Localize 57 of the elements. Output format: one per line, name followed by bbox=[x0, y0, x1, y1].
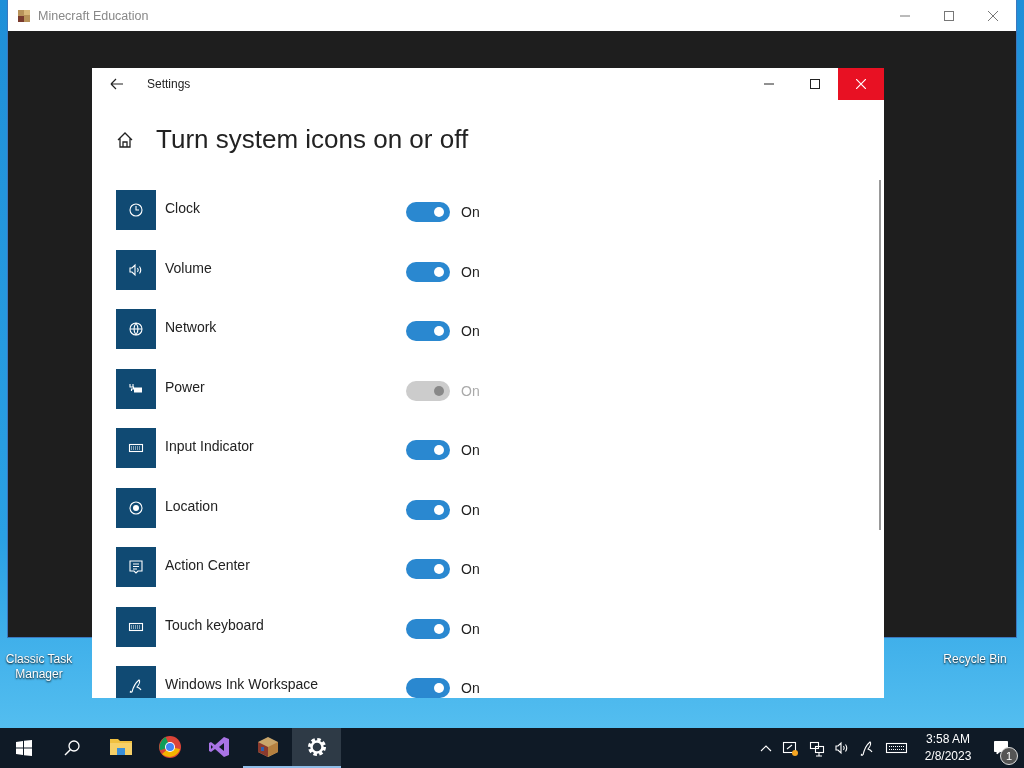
toggle-state-label: On bbox=[461, 561, 480, 577]
maximize-icon[interactable] bbox=[943, 9, 955, 22]
toggle-switch[interactable] bbox=[406, 440, 450, 460]
toggle-state-label: On bbox=[461, 263, 480, 280]
toggle-state-label: On bbox=[461, 204, 480, 220]
toggle-state-label: On bbox=[461, 680, 480, 696]
volume-icon bbox=[128, 261, 144, 278]
taskbar-clock[interactable]: 3:58 AM 2/8/2023 bbox=[918, 728, 978, 768]
toggle-state-label: On bbox=[461, 382, 480, 399]
network-icon[interactable] bbox=[809, 739, 825, 757]
toggle-switch[interactable] bbox=[406, 321, 450, 341]
windows-icon bbox=[16, 740, 32, 756]
toggle-switch[interactable] bbox=[406, 499, 450, 520]
setting-label: Touch keyboard bbox=[164, 616, 265, 633]
back-arrow-icon[interactable] bbox=[110, 78, 124, 90]
notifications-button[interactable]: 1 bbox=[978, 728, 1024, 768]
cube-icon bbox=[255, 735, 280, 759]
search-icon bbox=[64, 740, 80, 756]
toggle-state-label: On bbox=[461, 620, 480, 637]
browser-icon bbox=[157, 735, 182, 759]
toggle-switch[interactable] bbox=[406, 559, 450, 579]
toggle-switch[interactable] bbox=[406, 261, 450, 282]
pen-icon[interactable] bbox=[859, 739, 875, 757]
toggle-state-label: On bbox=[461, 442, 480, 458]
setting-label: Volume bbox=[164, 259, 213, 276]
toggle-switch[interactable] bbox=[406, 202, 450, 222]
toggle-state-label: On bbox=[461, 501, 480, 518]
location-icon bbox=[128, 499, 144, 516]
setting-label: Action Center bbox=[164, 557, 251, 573]
message-icon bbox=[128, 559, 144, 575]
setting-label: Input Indicator bbox=[164, 438, 255, 454]
window-title: Minecraft Education bbox=[38, 8, 149, 23]
setting-label: Windows Ink Workspace bbox=[164, 676, 319, 692]
scrollbar[interactable] bbox=[879, 180, 881, 530]
window-title: Settings bbox=[147, 77, 191, 91]
notification-badge: 1 bbox=[1000, 747, 1018, 765]
close-icon bbox=[856, 79, 866, 89]
toggle-switch[interactable] bbox=[406, 618, 450, 639]
setting-label: Network bbox=[164, 319, 218, 335]
clock-icon bbox=[128, 202, 144, 218]
taskbar-app-button[interactable] bbox=[292, 728, 341, 768]
setting-label: Power bbox=[164, 378, 206, 395]
toggle-state-label: On bbox=[461, 323, 480, 339]
studio-icon bbox=[206, 735, 231, 759]
keyboard-icon[interactable] bbox=[885, 740, 908, 756]
maximize-icon bbox=[810, 79, 820, 89]
pen-icon bbox=[128, 678, 144, 694]
toggle-switch[interactable] bbox=[406, 678, 450, 698]
page-heading: Turn system icons on or off bbox=[156, 124, 469, 155]
cube-icon bbox=[17, 8, 31, 23]
setting-label: Clock bbox=[164, 200, 201, 216]
update-icon[interactable] bbox=[782, 739, 799, 757]
network-icon bbox=[128, 321, 144, 337]
close-icon[interactable] bbox=[987, 9, 999, 22]
home-icon[interactable] bbox=[116, 130, 134, 149]
setting-label: Location bbox=[164, 497, 219, 514]
volume-icon[interactable] bbox=[835, 740, 849, 756]
